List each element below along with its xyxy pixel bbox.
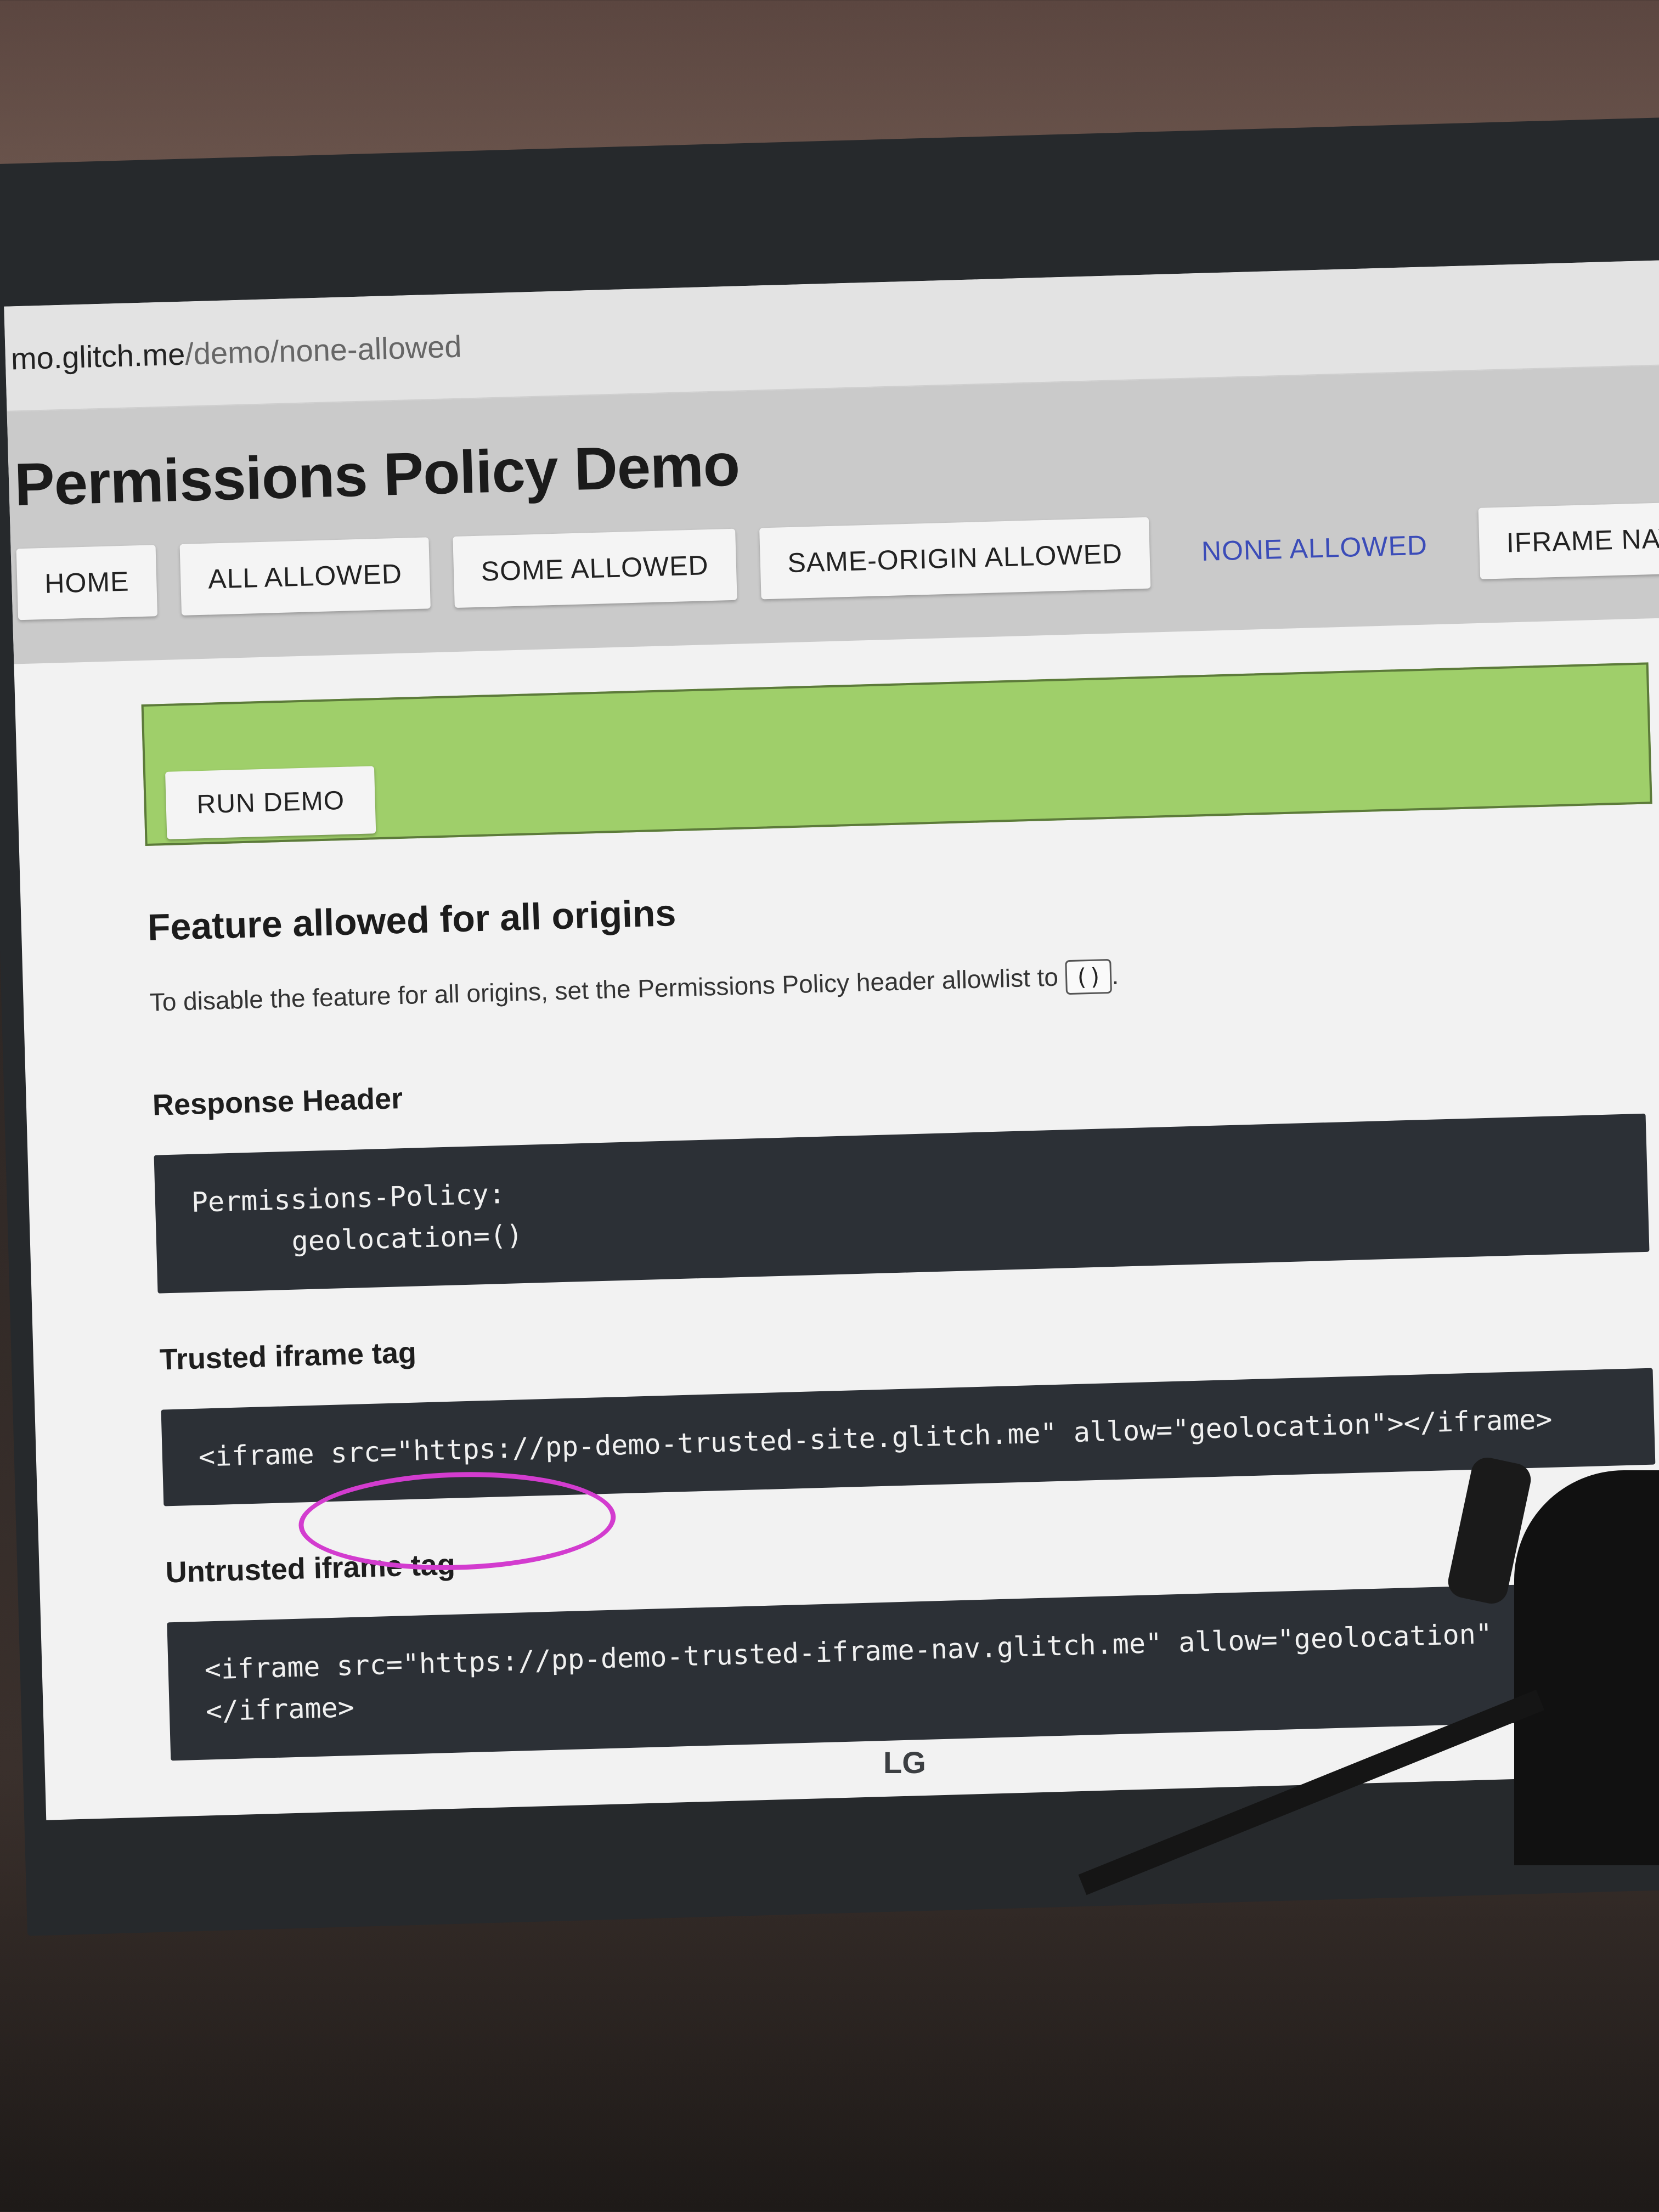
site-header: Permissions Policy Demo HOME ALL ALLOWED…: [7, 365, 1659, 664]
nav-bar: HOME ALL ALLOWED SOME ALLOWED SAME-ORIGI…: [16, 497, 1659, 620]
nav-all-allowed-button[interactable]: ALL ALLOWED: [179, 537, 431, 616]
url-path: /demo/none-allowed: [184, 329, 462, 371]
trusted-iframe-label: Trusted iframe tag: [159, 1336, 417, 1376]
lg-logo: LG: [883, 1745, 926, 1780]
nav-none-allowed-button[interactable]: NONE ALLOWED: [1173, 509, 1456, 588]
main-content: RUN DEMO Feature allowed for all origins…: [14, 617, 1659, 1764]
monitor-bezel: mo.glitch.me/demo/none-allowed Permissio…: [0, 116, 1659, 1936]
response-header-code: Permissions-Policy: geolocation=(): [154, 1113, 1650, 1294]
nav-some-allowed-button[interactable]: SOME ALLOWED: [453, 528, 737, 608]
nav-iframe-navigation-button[interactable]: IFRAME NAVIGATION AL: [1478, 497, 1659, 579]
run-demo-button[interactable]: RUN DEMO: [165, 766, 376, 839]
browser-screen: mo.glitch.me/demo/none-allowed Permissio…: [4, 259, 1659, 1820]
response-header-label: Response Header: [152, 1082, 403, 1122]
demo-box: RUN DEMO: [141, 662, 1652, 846]
allowlist-code: (): [1064, 958, 1113, 995]
url-host: mo.glitch.me: [10, 336, 186, 376]
section-description: To disable the feature for all origins, …: [149, 944, 1659, 1017]
description-text: To disable the feature for all origins, …: [149, 962, 1059, 1017]
page-title: Permissions Policy Demo: [13, 431, 741, 519]
nav-same-origin-button[interactable]: SAME-ORIGIN ALLOWED: [759, 517, 1151, 600]
section-heading: Feature allowed for all origins: [146, 892, 677, 949]
person-shoulder: [1514, 1470, 1659, 1865]
nav-home-button[interactable]: HOME: [16, 545, 158, 620]
